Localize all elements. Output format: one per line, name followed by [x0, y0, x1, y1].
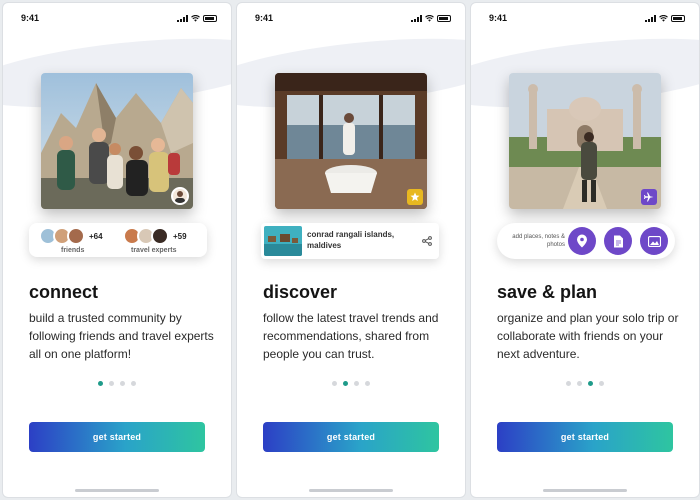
battery-icon [437, 14, 451, 22]
wifi-icon [659, 14, 668, 22]
wifi-icon [425, 14, 434, 22]
screen-title: save & plan [497, 282, 598, 302]
home-indicator [309, 489, 393, 492]
friends-avatars: +64 [39, 227, 103, 245]
add-place-button[interactable] [568, 227, 596, 255]
screen-description: organize and plan your solo trip or coll… [497, 311, 679, 361]
wifi-icon [191, 14, 200, 22]
hero-photo-villa-bathtub [275, 73, 427, 209]
get-started-button[interactable]: get started [497, 422, 673, 452]
page-dot[interactable] [365, 381, 370, 386]
get-started-button[interactable]: get started [263, 422, 439, 452]
plane-badge[interactable] [641, 189, 657, 205]
community-card: +64 friends +59 travel experts [29, 223, 207, 257]
friends-label: friends [61, 247, 85, 254]
page-dot[interactable] [599, 381, 604, 386]
home-indicator [543, 489, 627, 492]
place-thumbnail [264, 226, 302, 256]
page-dot[interactable] [354, 381, 359, 386]
screen-title: discover [263, 282, 338, 302]
cellular-signal-icon [411, 14, 422, 22]
avatar [67, 227, 85, 245]
phone-screen-discover: 9:41 conrad rangali islands, maldives di… [236, 2, 466, 498]
experts-avatars: +59 [123, 227, 187, 245]
add-photo-button[interactable] [640, 227, 668, 255]
screen-title: connect [29, 282, 99, 302]
page-dot[interactable] [109, 381, 114, 386]
avatar-icon [175, 191, 185, 203]
status-bar: 9:41 [21, 12, 217, 24]
page-dot[interactable] [131, 381, 136, 386]
star-badge[interactable] [407, 189, 423, 205]
cellular-signal-icon [645, 14, 656, 22]
page-dot[interactable] [343, 381, 348, 386]
status-time: 9:41 [255, 13, 274, 23]
get-started-button[interactable]: get started [29, 422, 205, 452]
status-time: 9:41 [489, 13, 508, 23]
add-items-card: add places, notes & photos [497, 223, 675, 259]
battery-icon [203, 14, 217, 22]
place-card[interactable]: conrad rangali islands, maldives [261, 223, 439, 259]
hero-photo-palace [509, 73, 661, 209]
page-dot[interactable] [98, 381, 103, 386]
phone-screen-save-and-plan: 9:41 add places, notes & photos save & p… [470, 2, 700, 498]
battery-icon [671, 14, 685, 22]
page-dot[interactable] [566, 381, 571, 386]
status-bar: 9:41 [489, 12, 685, 24]
cellular-signal-icon [177, 14, 188, 22]
page-indicator[interactable] [3, 381, 231, 386]
add-note-button[interactable] [604, 227, 632, 255]
home-indicator [75, 489, 159, 492]
photo-icon [647, 235, 661, 247]
friends-count: +64 [89, 231, 103, 241]
phone-screen-connect: 9:41 +64 friends +59 travel experts conn… [2, 2, 232, 498]
note-icon [613, 235, 623, 247]
experts-count: +59 [173, 231, 187, 241]
page-dot[interactable] [577, 381, 582, 386]
screen-description: follow the latest travel trends and reco… [263, 311, 439, 361]
onboarding-screens: 9:41 +64 friends +59 travel experts conn… [0, 0, 700, 500]
status-time: 9:41 [21, 13, 40, 23]
page-indicator[interactable] [471, 381, 699, 386]
page-dot[interactable] [588, 381, 593, 386]
page-indicator[interactable] [237, 381, 465, 386]
page-dot[interactable] [332, 381, 337, 386]
screen-description: build a trusted community by following f… [29, 311, 214, 361]
plane-icon [644, 192, 654, 202]
place-name: conrad rangali islands, maldives [307, 230, 395, 250]
page-dot[interactable] [120, 381, 125, 386]
add-items-label: add places, notes & photos [512, 234, 565, 248]
share-icon[interactable] [422, 236, 432, 246]
avatar [151, 227, 169, 245]
user-avatar-badge [171, 187, 189, 205]
status-bar: 9:41 [255, 12, 451, 24]
star-icon [410, 192, 420, 201]
hero-photo-friends-hiking [41, 73, 193, 209]
experts-label: travel experts [131, 247, 177, 254]
location-pin-icon [577, 234, 587, 248]
